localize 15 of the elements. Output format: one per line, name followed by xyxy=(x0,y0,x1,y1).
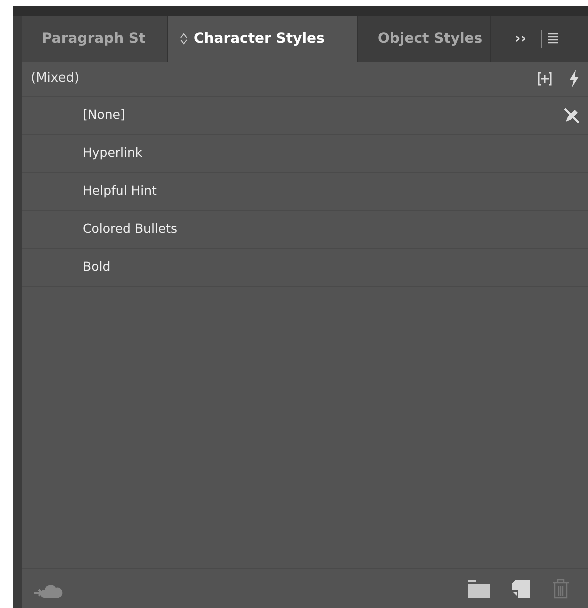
folder-icon[interactable] xyxy=(468,580,490,598)
sort-icon xyxy=(180,33,188,45)
style-item[interactable]: Colored Bullets xyxy=(83,220,178,239)
menu-icon[interactable] xyxy=(548,33,558,45)
new-group-icon[interactable] xyxy=(538,72,552,86)
current-style-label: (Mixed) xyxy=(31,70,80,88)
lightning-icon[interactable] xyxy=(568,70,580,88)
style-item[interactable]: Helpful Hint xyxy=(83,182,157,201)
style-item[interactable]: Bold xyxy=(83,258,111,277)
style-item[interactable]: Hyperlink xyxy=(83,144,143,163)
style-item[interactable]: [None] xyxy=(83,106,126,125)
panel-tab[interactable]: Paragraph St xyxy=(22,16,168,62)
new-style-icon[interactable] xyxy=(512,580,530,598)
panel-tab[interactable]: Character Styles xyxy=(168,16,358,62)
overflow-button[interactable]: ›› xyxy=(515,16,527,62)
